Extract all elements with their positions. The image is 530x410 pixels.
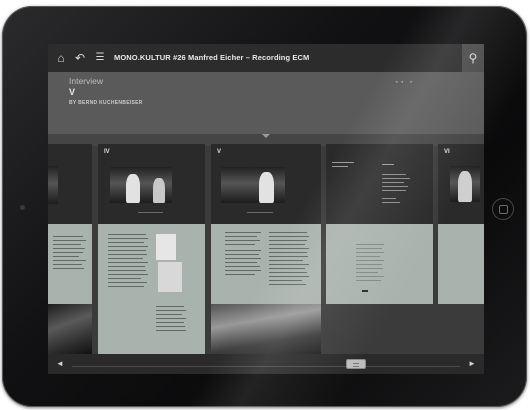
current-page-marker-icon: [262, 134, 270, 138]
page-photo: [48, 166, 58, 204]
page-scroll-thumb[interactable]: [346, 359, 366, 369]
page-thumbnail[interactable]: [48, 304, 92, 354]
section-numeral: V: [69, 87, 76, 97]
page-thumbnail[interactable]: [48, 144, 92, 304]
page-photo: [221, 167, 285, 203]
section-label: Interview: [69, 76, 104, 86]
page-thumbnail[interactable]: [98, 304, 205, 354]
page-numeral: IV: [104, 149, 110, 155]
page-thumbnail-iv[interactable]: IV: [98, 144, 205, 304]
tablet-device: ⌂ ↶ ☰ MONO.KULTUR #26 Manfred Eicher – R…: [2, 6, 527, 407]
app-title: MONO.KULTUR #26 Manfred Eicher – Recordi…: [114, 53, 310, 62]
mini-nav-icons[interactable]: ◂◂ ▸: [395, 79, 416, 85]
author-byline: BY BERND KUCHENBEISER: [69, 100, 143, 106]
page-numeral: VI: [444, 149, 450, 155]
inset-image: [156, 234, 176, 260]
page-numeral: V: [217, 149, 222, 155]
app-screen: ⌂ ↶ ☰ MONO.KULTUR #26 Manfred Eicher – R…: [48, 44, 484, 374]
top-toolbar: ⌂ ↶ ☰ MONO.KULTUR #26 Manfred Eicher – R…: [48, 44, 484, 72]
inset-image: [158, 262, 182, 292]
next-page-button[interactable]: ►: [468, 359, 476, 368]
settings-button[interactable]: ⚲: [462, 44, 484, 72]
page-thumbnail-v[interactable]: V: [211, 144, 321, 304]
front-camera: [20, 205, 25, 210]
back-icon[interactable]: ↶: [73, 51, 87, 65]
page-thumbnail[interactable]: [326, 144, 433, 304]
home-button[interactable]: [492, 198, 514, 220]
previous-page-button[interactable]: ◄: [56, 359, 64, 368]
page-thumbnail-vi[interactable]: VI: [438, 144, 484, 304]
settings-icon: ⚲: [468, 51, 478, 65]
home-icon[interactable]: ⌂: [54, 51, 68, 65]
menu-icon[interactable]: ☰: [93, 51, 107, 65]
page-thumbnail[interactable]: [211, 304, 321, 354]
bottom-navigation-bar: ◄ ►: [48, 354, 484, 374]
page-scroll-track[interactable]: [72, 366, 460, 367]
